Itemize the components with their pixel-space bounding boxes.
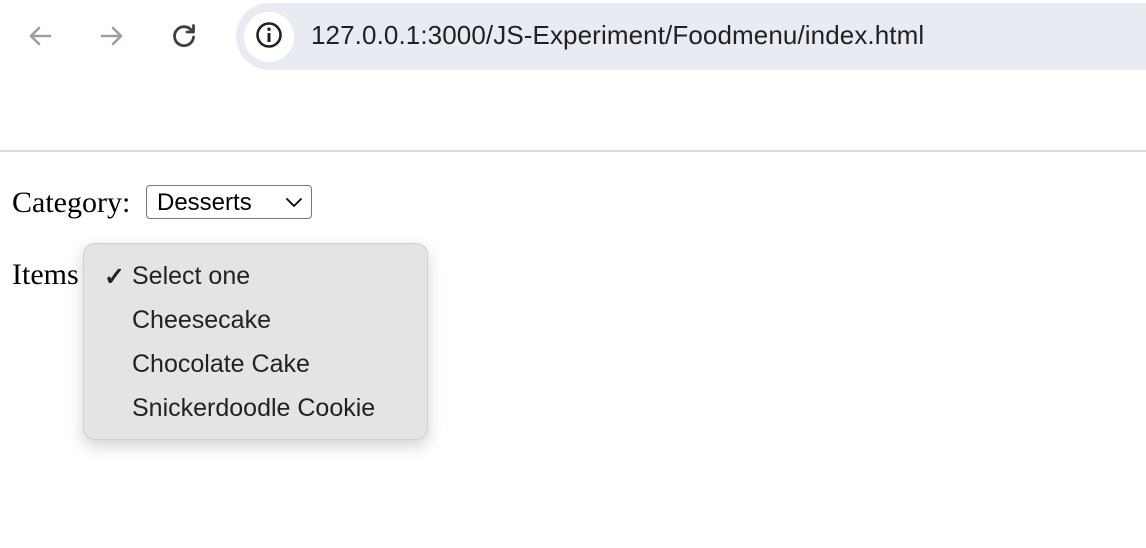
arrow-right-icon xyxy=(98,22,126,50)
option-label: Select one xyxy=(132,262,251,290)
category-select[interactable]: Desserts xyxy=(146,185,312,219)
items-label: Items xyxy=(12,258,79,291)
address-bar[interactable]: 127.0.0.1:3000/JS-Experiment/Foodmenu/in… xyxy=(236,3,1146,70)
arrow-left-icon xyxy=(26,22,54,50)
dropdown-option-select-one[interactable]: ✓ Select one xyxy=(84,256,427,296)
option-label: Snickerdoodle Cookie xyxy=(132,394,376,422)
category-select-value: Desserts xyxy=(157,189,252,216)
reload-button[interactable] xyxy=(164,16,204,56)
info-icon xyxy=(254,20,284,54)
dropdown-option-cheesecake[interactable]: Cheesecake xyxy=(84,300,427,340)
items-dropdown-menu: ✓ Select one Cheesecake Chocolate Cake S… xyxy=(83,243,428,440)
checkmark-icon: ✓ xyxy=(104,263,125,291)
back-button[interactable] xyxy=(20,16,60,56)
option-label: Cheesecake xyxy=(132,306,271,334)
site-info-button[interactable] xyxy=(244,12,294,62)
forward-button[interactable] xyxy=(92,16,132,56)
url-text[interactable]: 127.0.0.1:3000/JS-Experiment/Foodmenu/in… xyxy=(311,20,924,51)
dropdown-option-snickerdoodle-cookie[interactable]: Snickerdoodle Cookie xyxy=(84,388,427,428)
dropdown-option-chocolate-cake[interactable]: Chocolate Cake xyxy=(84,344,427,384)
reload-icon xyxy=(170,22,198,50)
chevron-down-icon xyxy=(285,196,303,214)
page-content: Category: Desserts Items ✓ Select one Ch… xyxy=(0,152,1146,548)
option-label: Chocolate Cake xyxy=(132,350,310,378)
browser-toolbar: 127.0.0.1:3000/JS-Experiment/Foodmenu/in… xyxy=(0,0,1146,152)
category-label: Category: xyxy=(12,186,131,219)
